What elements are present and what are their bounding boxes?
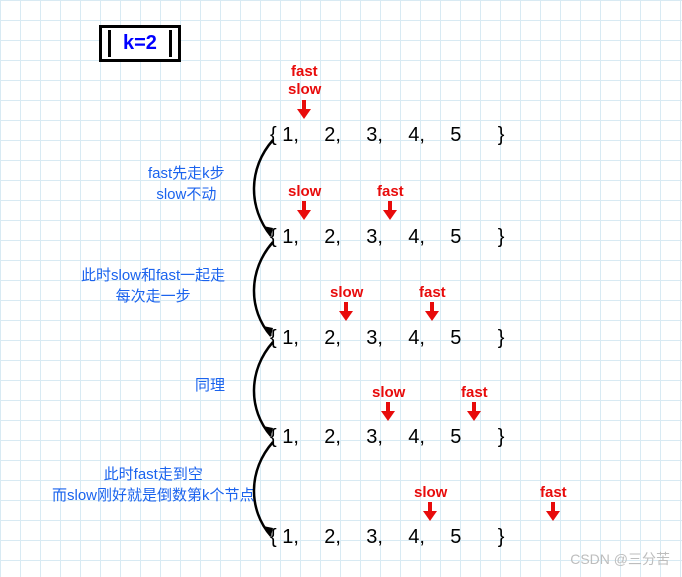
note-3: 同理: [195, 375, 225, 396]
fast-label-4: fast: [461, 384, 488, 401]
list-row-2: { 1,2,3,4,5 }: [270, 226, 505, 249]
arrow-down-icon: [297, 201, 311, 221]
arrow-down-icon: [423, 502, 437, 522]
fast-label-5: fast: [540, 484, 567, 501]
arrow-down-icon: [546, 502, 560, 522]
slow-label-4: slow: [372, 384, 405, 401]
slow-label-2: slow: [288, 183, 321, 200]
slow-label-1: slow: [288, 81, 321, 98]
note-2: 此时slow和fast一起走 每次走一步: [81, 265, 225, 307]
fast-label-2: fast: [377, 183, 404, 200]
arrow-down-icon: [381, 402, 395, 422]
arrow-down-icon: [297, 100, 311, 120]
arrow-down-icon: [383, 201, 397, 221]
arrow-down-icon: [467, 402, 481, 422]
k-box-inner: k=2: [108, 30, 172, 57]
list-row-4: { 1,2,3,4,5 }: [270, 426, 505, 449]
list-row-1: { 1,2,3,4,5 }: [270, 124, 505, 147]
list-row-3: { 1,2,3,4,5 }: [270, 327, 505, 350]
note-4: 此时fast走到空 而slow刚好就是倒数第k个节点: [52, 464, 255, 506]
k-value: k=2: [123, 32, 157, 54]
k-box: k=2: [99, 25, 181, 62]
fast-label-3: fast: [419, 284, 446, 301]
arrow-down-icon: [339, 302, 353, 322]
arrow-down-icon: [425, 302, 439, 322]
list-row-5: { 1,2,3,4,5 }: [270, 526, 505, 549]
slow-label-5: slow: [414, 484, 447, 501]
fast-label-1: fast: [291, 63, 318, 80]
note-1: fast先走k步 slow不动: [148, 163, 225, 205]
slow-label-3: slow: [330, 284, 363, 301]
watermark: CSDN @三分苦: [570, 549, 670, 569]
